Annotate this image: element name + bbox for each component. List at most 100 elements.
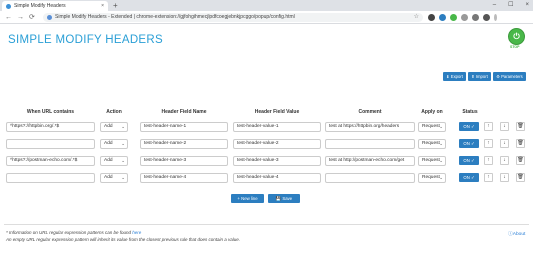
header-value-input[interactable]: test-header-value-3 bbox=[233, 156, 321, 166]
header-value-input[interactable]: test-header-value-1 bbox=[233, 122, 321, 132]
url-input[interactable]: ^https?://httpbin.org/.*$ bbox=[6, 122, 95, 132]
footer-note-text: * Information on URL regular expression … bbox=[6, 230, 133, 235]
about-link[interactable]: ⓘAbout bbox=[508, 230, 525, 237]
window-controls: – ☐ × bbox=[493, 0, 529, 10]
chevron-down-icon: ⌄ bbox=[121, 124, 125, 129]
delete-icon[interactable]: 🗑 bbox=[516, 156, 525, 165]
import-button[interactable]: ⬆ Import bbox=[468, 72, 491, 81]
action-select[interactable]: Add ⌄ bbox=[100, 122, 128, 132]
move-up-icon[interactable]: ↑ bbox=[484, 173, 493, 182]
comment-input[interactable]: test at https://httpbin.org/headers bbox=[325, 122, 415, 132]
chevron-down-icon: ⌄ bbox=[439, 141, 443, 146]
action-value: Add bbox=[104, 175, 113, 180]
apply-on-value: Request bbox=[422, 124, 440, 129]
chevron-down-icon: ⌄ bbox=[121, 158, 125, 163]
chevron-down-icon: ⌄ bbox=[439, 124, 443, 129]
extension-icon[interactable] bbox=[461, 14, 468, 21]
action-value: Add bbox=[104, 124, 113, 129]
extension-icons bbox=[428, 14, 497, 21]
move-down-icon[interactable]: ↓ bbox=[500, 122, 509, 131]
bookmark-star-icon[interactable]: ☆ bbox=[414, 13, 419, 22]
apply-on-value: Request bbox=[422, 141, 440, 146]
reload-icon[interactable]: ⟳ bbox=[29, 13, 35, 22]
extension-icon[interactable] bbox=[439, 14, 446, 21]
browser-toolbar: ← → ⟳ Simple Modify Headers - Extended |… bbox=[0, 11, 533, 24]
status-toggle-button[interactable]: ON ✓ bbox=[459, 122, 479, 131]
footer-note-regex: * Information on URL regular expression … bbox=[6, 230, 141, 235]
action-select[interactable]: Add ⌄ bbox=[100, 156, 128, 166]
move-up-icon[interactable]: ↑ bbox=[484, 139, 493, 148]
site-info-icon[interactable] bbox=[47, 15, 52, 20]
new-tab-button[interactable]: + bbox=[113, 1, 118, 10]
regex-help-link[interactable]: here bbox=[132, 230, 141, 235]
url-input[interactable] bbox=[6, 139, 95, 149]
forward-icon[interactable]: → bbox=[17, 13, 24, 22]
column-header-status: Status bbox=[462, 109, 478, 115]
status-toggle-button[interactable]: ON ✓ bbox=[459, 173, 479, 182]
back-icon[interactable]: ← bbox=[5, 13, 12, 22]
address-bar[interactable]: Simple Modify Headers - Extended | chrom… bbox=[43, 13, 423, 22]
status-toggle-button[interactable]: ON ✓ bbox=[459, 156, 479, 165]
chevron-down-icon: ⌄ bbox=[121, 175, 125, 180]
profile-avatar-icon[interactable] bbox=[483, 14, 490, 21]
parameters-button[interactable]: ⚙ Parameters bbox=[493, 72, 526, 81]
header-value-input[interactable]: test-header-value-4 bbox=[233, 173, 321, 183]
action-value: Add bbox=[104, 141, 113, 146]
footer-note-inherit: An empty URL regular expression pattern … bbox=[6, 237, 241, 242]
extension-icon[interactable] bbox=[450, 14, 457, 21]
url-input[interactable]: ^https?://postman-echo.com/.*$ bbox=[6, 156, 95, 166]
move-down-icon[interactable]: ↓ bbox=[500, 156, 509, 165]
chevron-down-icon: ⌄ bbox=[439, 175, 443, 180]
apply-on-value: Request bbox=[422, 175, 440, 180]
browser-tab[interactable]: Simple Modify Headers × bbox=[2, 1, 108, 11]
column-header-action: Action bbox=[106, 109, 122, 115]
comment-input[interactable] bbox=[325, 139, 415, 149]
move-down-icon[interactable]: ↓ bbox=[500, 139, 509, 148]
column-header-url: When URL contains bbox=[26, 109, 75, 115]
browser-tab-bar: Simple Modify Headers × + – ☐ × bbox=[0, 0, 533, 11]
header-name-input[interactable]: test-header-name-2 bbox=[140, 139, 228, 149]
chevron-down-icon: ⌄ bbox=[121, 141, 125, 146]
url-input[interactable] bbox=[6, 173, 95, 183]
column-header-name: Header Field Name bbox=[161, 109, 207, 115]
delete-icon[interactable]: 🗑 bbox=[516, 122, 525, 131]
action-select[interactable]: Add ⌄ bbox=[100, 139, 128, 149]
header-name-input[interactable]: test-header-name-4 bbox=[140, 173, 228, 183]
header-value-input[interactable]: test-header-value-2 bbox=[233, 139, 321, 149]
delete-icon[interactable]: 🗑 bbox=[516, 173, 525, 182]
stop-label: STOP bbox=[510, 45, 520, 49]
apply-on-select[interactable]: Request ⌄ bbox=[418, 173, 446, 183]
comment-input[interactable]: test at http://postman-echo.com/get bbox=[325, 156, 415, 166]
delete-icon[interactable]: 🗑 bbox=[516, 139, 525, 148]
comment-input[interactable] bbox=[325, 173, 415, 183]
extension-icon[interactable] bbox=[472, 14, 479, 21]
divider bbox=[4, 224, 529, 225]
column-header-value: Header Field Value bbox=[254, 109, 300, 115]
move-down-icon[interactable]: ↓ bbox=[500, 173, 509, 182]
extension-favicon-icon bbox=[6, 3, 11, 9]
tab-close-icon[interactable]: × bbox=[101, 3, 104, 9]
header-name-input[interactable]: test-header-name-3 bbox=[140, 156, 228, 166]
action-select[interactable]: Add ⌄ bbox=[100, 173, 128, 183]
move-up-icon[interactable]: ↑ bbox=[484, 122, 493, 131]
column-header-comment: Comment bbox=[358, 109, 382, 115]
stop-button[interactable]: ⏻ bbox=[508, 28, 525, 45]
tab-title: Simple Modify Headers bbox=[14, 3, 66, 9]
apply-on-select[interactable]: Request ⌄ bbox=[418, 139, 446, 149]
apply-on-select[interactable]: Request ⌄ bbox=[418, 156, 446, 166]
window-close-icon[interactable]: × bbox=[525, 0, 529, 10]
export-button[interactable]: ⬇ Export bbox=[443, 72, 466, 81]
address-bar-url: Simple Modify Headers - Extended | chrom… bbox=[55, 14, 295, 20]
apply-on-select[interactable]: Request ⌄ bbox=[418, 122, 446, 132]
power-icon: ⏻ bbox=[513, 31, 520, 41]
header-name-input[interactable]: test-header-name-1 bbox=[140, 122, 228, 132]
new-line-button[interactable]: + New line bbox=[231, 194, 264, 203]
save-button[interactable]: 💾 Save bbox=[268, 194, 300, 203]
extension-icon[interactable] bbox=[428, 14, 435, 21]
menu-kebab-icon[interactable] bbox=[494, 14, 497, 21]
move-up-icon[interactable]: ↑ bbox=[484, 156, 493, 165]
maximize-icon[interactable]: ☐ bbox=[508, 0, 513, 10]
minimize-icon[interactable]: – bbox=[493, 0, 496, 10]
action-value: Add bbox=[104, 158, 113, 163]
status-toggle-button[interactable]: ON ✓ bbox=[459, 139, 479, 148]
